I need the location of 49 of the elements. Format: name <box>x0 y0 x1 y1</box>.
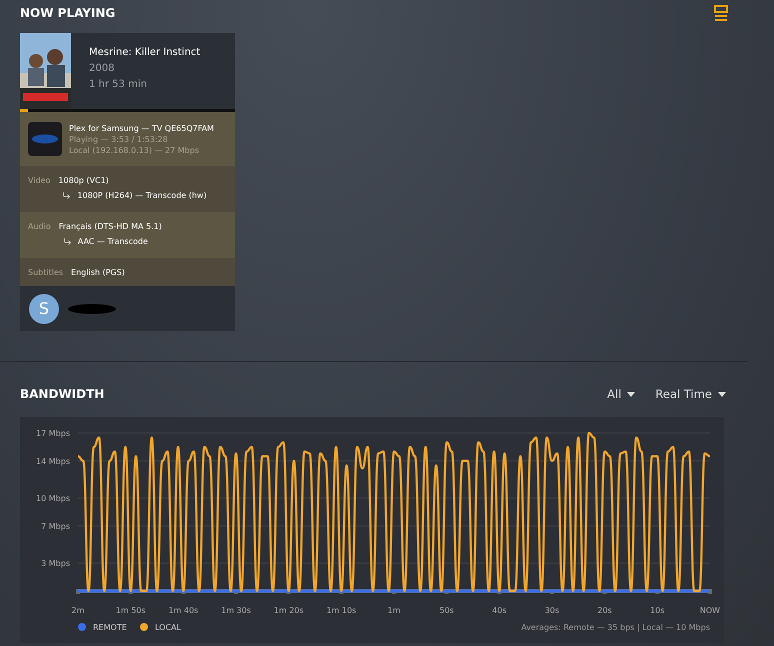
y-tick-label: 10 Mbps <box>36 494 70 504</box>
user-avatar: S <box>29 294 59 324</box>
y-tick-label: 3 Mbps <box>41 559 70 568</box>
x-tick-label: 2m <box>72 606 84 615</box>
x-tick-label: 40s <box>492 606 507 615</box>
movie-year: 2008 <box>89 63 116 74</box>
stream-source: Français (DTS-HD MA 5.1) <box>58 222 162 231</box>
stream-source: 1080p (VC1) <box>58 176 110 185</box>
filter-dropdown[interactable]: Real Time <box>655 387 726 401</box>
y-tick-label: 17 Mbps <box>36 429 70 438</box>
stream-target: 1080P (H264) — Transcode (hw) <box>77 191 207 200</box>
device-logo-icon <box>28 122 62 156</box>
legend-dot <box>140 623 148 631</box>
x-tick-label: NOW <box>700 606 720 615</box>
x-tick-label: 20s <box>597 606 612 615</box>
y-tick-label: 14 Mbps <box>36 456 70 466</box>
legend-dot <box>78 623 86 631</box>
movie-title: Mesrine: Killer Instinct <box>89 47 200 58</box>
x-tick-label: 10s <box>650 606 665 615</box>
averages-text: Averages: Remote — 35 bps | Local — 10 Mbps <box>521 623 710 632</box>
x-tick-label: 30s <box>544 606 560 615</box>
stream-label: Audio <box>28 222 51 231</box>
player-device: Plex for Samsung — TV QE65Q7FAM <box>69 124 214 132</box>
y-tick-label: 7 Mbps <box>41 522 70 531</box>
transcode-arrow-icon <box>62 191 72 200</box>
caret-icon <box>627 392 636 396</box>
x-tick-label: 1m 50s <box>116 606 146 615</box>
transcode-arrow-icon <box>62 237 72 246</box>
section-title: NOW PLAYING <box>20 6 116 20</box>
caret-icon <box>718 392 726 396</box>
x-tick-label: 1m 40s <box>168 606 198 615</box>
x-tick-label: 1m 20s <box>274 606 304 615</box>
x-tick-label: 1m 30s <box>221 606 251 615</box>
stream-label: Video <box>28 176 50 185</box>
redaction-mark <box>67 302 117 314</box>
playback-state: Playing — 3:53 / 1:53:28 <box>69 134 169 144</box>
layout-toggle-icon[interactable] <box>714 5 728 21</box>
movie-duration: 1 hr 53 min <box>89 79 148 90</box>
section-title: BANDWIDTH <box>20 387 104 401</box>
x-tick-label: 1m <box>388 606 400 615</box>
legend-label: LOCAL <box>155 623 181 632</box>
legend-label: REMOTE <box>93 623 127 632</box>
stream-target: AAC — Transcode <box>78 237 148 246</box>
stream-label: Subtitles <box>28 268 64 277</box>
filter-dropdown[interactable]: All <box>607 387 636 401</box>
x-tick-label: 50s <box>439 606 454 615</box>
network-info: Local (192.168.0.13) — 27 Mbps <box>69 146 200 154</box>
stream-source: English (PGS) <box>71 268 125 277</box>
x-tick-label: 1m 10s <box>326 606 356 615</box>
